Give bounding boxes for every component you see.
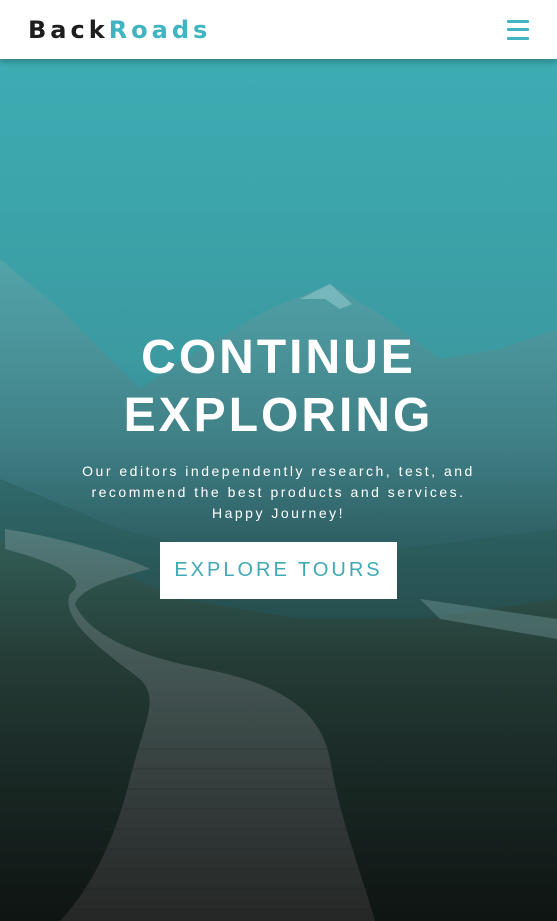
logo[interactable]: Back Roads bbox=[28, 18, 211, 42]
hero-section: CONTINUE EXPLORING Our editors independe… bbox=[0, 59, 557, 921]
navbar: Back Roads bbox=[0, 0, 557, 59]
menu-bar-bottom bbox=[507, 36, 529, 40]
hero-description: Our editors independently research, test… bbox=[82, 463, 475, 521]
hero-content: CONTINUE EXPLORING Our editors independe… bbox=[0, 329, 557, 599]
hero-title-line2: EXPLORING bbox=[123, 389, 434, 442]
hero-title: CONTINUE EXPLORING bbox=[0, 329, 557, 445]
logo-text-roads: Roads bbox=[108, 15, 212, 44]
menu-bar-top bbox=[507, 19, 529, 23]
menu-bar-middle bbox=[507, 28, 529, 31]
logo-text-back: Back bbox=[28, 15, 109, 44]
page: Back Roads CONTINUE EXPLORING Our editor… bbox=[0, 0, 557, 921]
hero-title-line1: CONTINUE bbox=[141, 331, 416, 384]
explore-tours-button[interactable]: EXPLORE TOURS bbox=[160, 542, 397, 599]
hamburger-menu-icon[interactable] bbox=[507, 19, 529, 40]
